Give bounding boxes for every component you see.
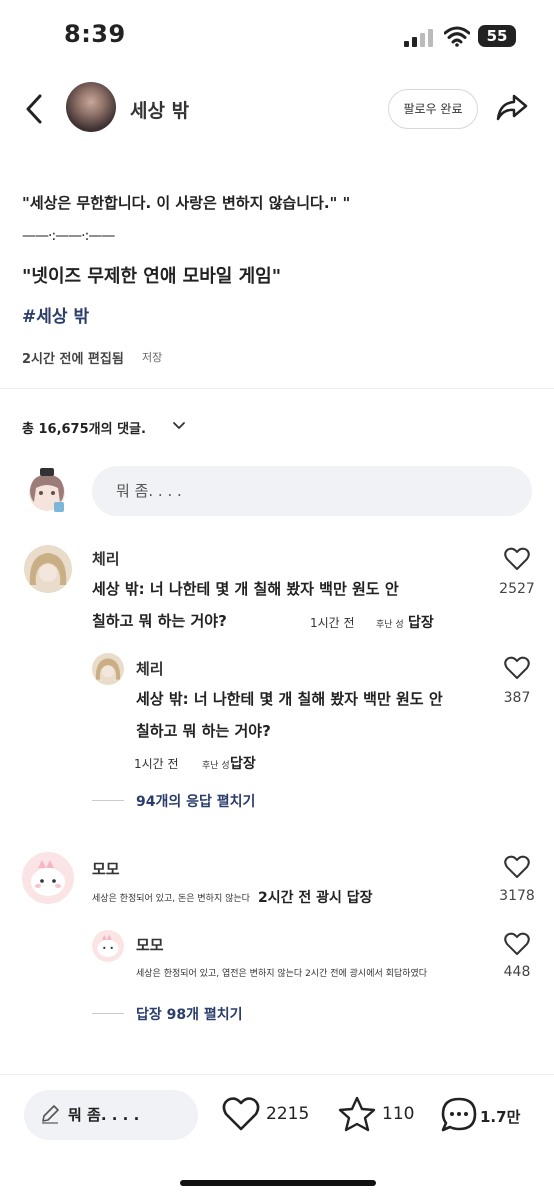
heart-icon[interactable] <box>504 932 530 956</box>
comment-input[interactable]: 뭐 좀. . . . <box>92 466 532 516</box>
reply-text-line: 칠하고 뭐 하는 거야? <box>136 722 271 740</box>
expand-replies-button[interactable]: 94개의 응답 펼치기 <box>136 791 255 811</box>
like-count: 2527 <box>499 581 535 597</box>
expand-replies-button[interactable]: 답장 98개 펼치기 <box>136 1004 243 1024</box>
expand-divider <box>92 800 124 801</box>
comment-bubble-icon[interactable] <box>440 1096 478 1134</box>
commenter-name[interactable]: 모모 <box>92 858 120 879</box>
post-title: "넷이즈 무제한 연애 모바일 게임" <box>22 266 282 287</box>
comment-time: 1시간 전 <box>310 616 355 630</box>
reply-source: 후난 성 <box>202 761 230 771</box>
post-hashtag[interactable]: #세상 밖 <box>22 302 89 327</box>
comment-source: 후난 성 <box>376 620 404 630</box>
comment-count: 총 16,675개의 댓글. <box>22 422 146 437</box>
commenter-avatar[interactable] <box>24 545 72 593</box>
heart-icon[interactable] <box>504 855 530 879</box>
pencil-icon <box>42 1105 59 1124</box>
commenter-name[interactable]: 체리 <box>92 548 120 569</box>
share-icon[interactable] <box>495 90 529 124</box>
comment-text-line: 세상 밖: 너 나한테 몇 개 칠해 봤자 백만 원도 안 <box>92 580 399 598</box>
post-like-count: 2215 <box>266 1104 310 1124</box>
like-count: 387 <box>503 690 531 706</box>
comment-text-line: 칠하고 뭐 하는 거야? <box>92 612 227 630</box>
chevron-down-icon[interactable] <box>172 420 186 432</box>
commenter-avatar[interactable] <box>22 852 74 904</box>
expand-divider <box>92 1013 124 1014</box>
heart-icon[interactable] <box>504 656 530 680</box>
reply-button[interactable]: 답장 <box>408 612 434 632</box>
back-arrow-icon[interactable] <box>22 92 48 126</box>
my-avatar <box>29 468 65 512</box>
commenter-avatar[interactable] <box>92 653 124 685</box>
battery-icon: 55 <box>478 25 516 47</box>
post-divider: ——·:——·:—— <box>22 228 115 244</box>
post-comment-count: 1.7만 <box>480 1108 521 1126</box>
reply-name[interactable]: 모모 <box>136 934 164 955</box>
like-count: 3178 <box>499 888 535 904</box>
commenter-avatar[interactable] <box>92 930 124 962</box>
comment-meta-reply[interactable]: 2시간 전 광시 답장 <box>258 887 373 907</box>
author-avatar[interactable] <box>66 82 116 132</box>
reply-button[interactable]: 답장 <box>230 753 256 773</box>
star-icon[interactable] <box>338 1096 376 1132</box>
status-time: 8:39 <box>64 20 126 48</box>
post-quote: "세상은 무한합니다. 이 사랑은 변하지 않습니다." " <box>22 194 351 212</box>
home-indicator <box>180 1180 376 1186</box>
heart-icon[interactable] <box>504 547 530 571</box>
edit-time: 2시간 전에 편집됨 <box>22 352 124 367</box>
like-count: 448 <box>503 964 531 980</box>
comment-text: 세상은 한정되어 있고, 돈은 변하지 않는다 <box>92 894 250 904</box>
author-name[interactable]: 세상 밖 <box>130 96 189 123</box>
reply-text: 세상은 한정되어 있고, 엽전은 변하지 않는다 2시간 전에 광시에서 회답하… <box>136 969 428 979</box>
heart-icon[interactable] <box>222 1096 260 1132</box>
reply-time: 1시간 전 <box>134 757 179 771</box>
signal-icon <box>404 29 433 47</box>
save-link[interactable]: 저장 <box>142 349 162 365</box>
section-divider <box>0 388 554 389</box>
bottom-input-label[interactable]: 뭐 좀. . . . <box>68 1104 139 1125</box>
reply-name[interactable]: 체리 <box>136 658 164 679</box>
reply-text-line: 세상 밖: 너 나한테 몇 개 칠해 봤자 백만 원도 안 <box>136 690 443 708</box>
wifi-icon <box>444 26 470 47</box>
follow-button[interactable]: 팔로우 완료 <box>388 89 478 129</box>
post-favorite-count: 110 <box>382 1104 415 1124</box>
